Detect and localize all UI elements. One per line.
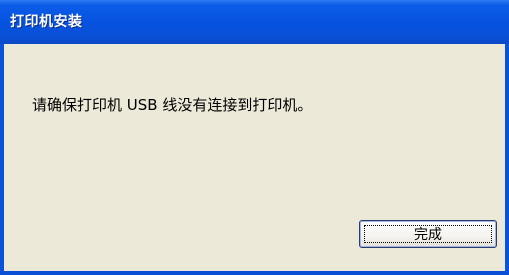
window-bottom-border [0,271,509,275]
finish-button[interactable]: 完成 [359,220,497,248]
window-title: 打印机安装 [10,14,83,30]
installer-window: 打印机安装 请确保打印机 USB 线没有连接到打印机。 完成 [0,0,509,275]
finish-button-label: 完成 [364,225,492,243]
title-bar[interactable]: 打印机安装 [0,0,509,44]
dialog-body: 请确保打印机 USB 线没有连接到打印机。 完成 [4,44,505,271]
instruction-message: 请确保打印机 USB 线没有连接到打印机。 [32,96,313,114]
